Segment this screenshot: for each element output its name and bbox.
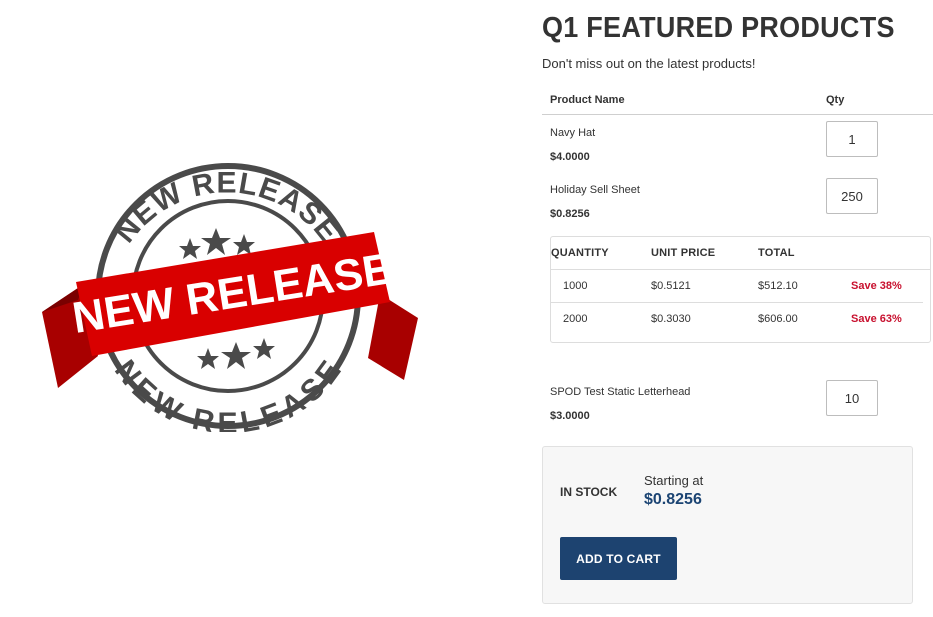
product-name: Holiday Sell Sheet xyxy=(550,184,640,196)
tier-quantity: 2000 xyxy=(563,313,588,325)
tier-unit-price: $0.3030 xyxy=(651,313,691,325)
price-tiers-header: QUANTITY UNIT PRICE TOTAL xyxy=(551,237,930,270)
qty-input-navy-hat[interactable] xyxy=(826,121,878,157)
tier-savings: Save 38% xyxy=(851,280,902,292)
tier-unit-price: $0.5121 xyxy=(651,280,691,292)
stock-status: IN STOCK xyxy=(560,485,618,499)
tier-header-total: TOTAL xyxy=(758,247,795,259)
product-name: SPOD Test Static Letterhead xyxy=(550,386,691,398)
page-subtitle: Don't miss out on the latest products! xyxy=(542,56,756,71)
arc-top-text: NEW RELEASE xyxy=(108,166,344,248)
tier-header-unit-price: UNIT PRICE xyxy=(651,247,716,259)
starting-price: $0.8256 xyxy=(644,491,702,508)
table-row: 2000 $0.3030 $606.00 Save 63% xyxy=(551,303,923,336)
new-release-badge-image: NEW RELEASE NEW RELEASE NEW RELEASE xyxy=(42,163,418,432)
product-price: $4.0000 xyxy=(550,151,590,163)
tier-savings: Save 63% xyxy=(851,313,902,325)
product-name: Navy Hat xyxy=(550,127,596,139)
add-to-cart-box: IN STOCK Starting at $0.8256 ADD TO CART xyxy=(542,446,913,604)
tier-quantity: 1000 xyxy=(563,280,588,292)
table-row: 1000 $0.5121 $512.10 Save 38% xyxy=(551,270,923,303)
product-price: $3.0000 xyxy=(550,410,590,422)
product-price: $0.8256 xyxy=(550,208,590,220)
column-header-product-name: Product Name xyxy=(550,94,625,106)
qty-input-holiday-sell-sheet[interactable] xyxy=(826,178,878,214)
page-title: Q1 FEATURED PRODUCTS xyxy=(542,12,895,44)
table-header: Product Name Qty xyxy=(542,88,933,115)
price-tiers-table: QUANTITY UNIT PRICE TOTAL 1000 $0.5121 $… xyxy=(550,236,931,343)
qty-input-spod-letterhead[interactable] xyxy=(826,380,878,416)
tier-total: $512.10 xyxy=(758,280,798,292)
starting-at-label: Starting at xyxy=(644,473,704,488)
tier-total: $606.00 xyxy=(758,313,798,325)
svg-text:NEW RELEASE: NEW RELEASE xyxy=(108,166,345,248)
stars-bottom-icon xyxy=(197,338,275,369)
column-header-qty: Qty xyxy=(826,94,845,106)
tier-header-quantity: QUANTITY xyxy=(551,247,609,259)
add-to-cart-button[interactable]: ADD TO CART xyxy=(560,537,677,580)
